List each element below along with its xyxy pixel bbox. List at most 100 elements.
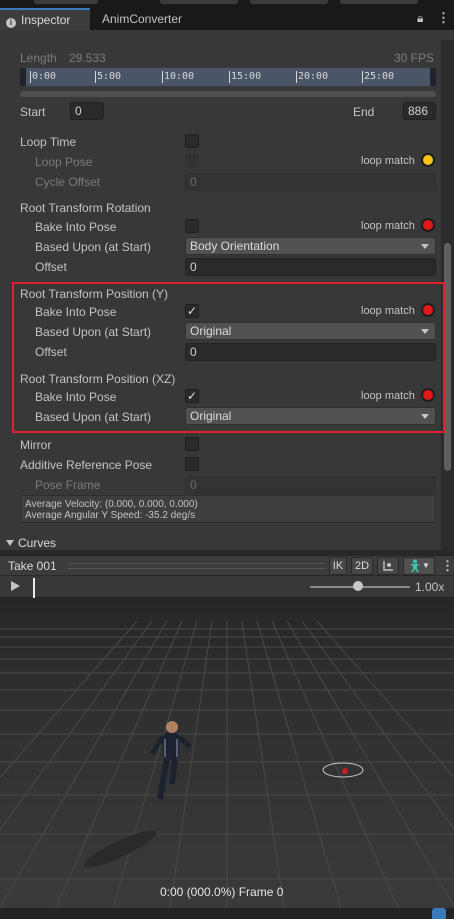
inspector-scroll-thumb[interactable]: [444, 243, 451, 471]
start-label: Start: [20, 105, 46, 119]
position-xz-bake-label: Bake Into Pose: [35, 390, 117, 404]
fps-value: 30 FPS: [394, 51, 435, 65]
curves-foldout[interactable]: Curves: [6, 536, 56, 550]
animation-preview-viewport[interactable]: 0:00 (000.0%) Frame 0: [0, 599, 454, 908]
average-velocity-text: Average Velocity: (0.000, 0.000, 0.000): [25, 499, 198, 510]
end-label: End: [353, 105, 375, 119]
end-field[interactable]: 886: [403, 102, 436, 120]
humanoid-avatar-icon: [410, 559, 421, 572]
length-label: Length: [20, 51, 57, 65]
tab-animconverter-label: AnimConverter: [102, 12, 183, 26]
pose-frame-field[interactable]: 0: [185, 476, 436, 494]
rotation-offset-field[interactable]: 0: [185, 258, 436, 276]
pose-frame-label: Pose Frame: [35, 478, 101, 492]
loop-time-label: Loop Time: [20, 135, 77, 149]
tab-inspector-label: Inspector: [21, 13, 71, 27]
start-field[interactable]: 0: [70, 102, 104, 120]
ruler-tick: 0:00: [30, 71, 57, 83]
position-y-offset-label: Offset: [35, 345, 67, 359]
position-xz-bake-checkbox[interactable]: ✓: [185, 389, 199, 403]
info-icon: i: [6, 18, 16, 28]
rotation-bake-checkbox[interactable]: [185, 219, 199, 233]
preview-grid-floor: [0, 599, 454, 908]
rotation-based-upon-dropdown[interactable]: Body Orientation: [185, 237, 436, 255]
lock-icon[interactable]: 🔒︎: [417, 11, 423, 26]
timeline-end-handle[interactable]: [430, 68, 436, 86]
rotation-bake-label: Bake Into Pose: [35, 220, 117, 234]
position-y-bake-checkbox[interactable]: ✓: [185, 304, 199, 318]
toolbar-button[interactable]: [160, 0, 238, 4]
root-position-y-header: Root Transform Position (Y): [20, 287, 169, 301]
position-y-based-upon-dropdown[interactable]: Original: [185, 322, 436, 340]
additive-reference-pose-checkbox[interactable]: [185, 457, 199, 471]
playback-speed-knob[interactable]: [353, 581, 363, 591]
rotation-based-upon-label: Based Upon (at Start): [35, 240, 152, 254]
chevron-down-icon: ▼: [422, 561, 430, 570]
loop-pose-checkbox[interactable]: [185, 154, 199, 168]
loop-match-red-icon: [421, 303, 435, 317]
velocity-info-box: Average Velocity: (0.000, 0.000, 0.000) …: [20, 495, 436, 523]
preview-drag-grip[interactable]: [68, 563, 325, 569]
loop-pose-label: Loop Pose: [35, 155, 93, 169]
tab-animconverter[interactable]: AnimConverter: [96, 8, 196, 30]
chevron-down-icon: [421, 414, 429, 419]
position-y-bake-label: Bake Into Pose: [35, 305, 117, 319]
ik-toggle-button[interactable]: IK: [329, 557, 347, 575]
toolbar-button[interactable]: [340, 0, 418, 4]
rotation-based-upon-value: Body Orientation: [190, 239, 280, 253]
tag-icon[interactable]: [432, 908, 446, 919]
loop-time-checkbox[interactable]: [185, 134, 199, 148]
avatar-dropdown-button[interactable]: ▼: [403, 557, 435, 575]
frame-info-text: 0:00 (000.0%) Frame 0: [160, 885, 284, 899]
loop-match-label: loop match: [361, 155, 415, 167]
status-bar: [0, 908, 454, 919]
ruler-tick: 10:00: [162, 71, 195, 83]
chevron-down-icon: [421, 329, 429, 334]
clip-timeline-ruler[interactable]: 0:00 5:00 10:00 15:00 20:00 25:00: [20, 68, 436, 86]
foldout-arrow-icon: [6, 540, 14, 546]
preview-clip-title: Take 001: [8, 559, 57, 573]
ruler-tick: 15:00: [229, 71, 262, 83]
mirror-checkbox[interactable]: [185, 437, 199, 451]
ruler-tick: 5:00: [95, 71, 122, 83]
preview-playbar: 1.00x: [0, 576, 454, 598]
preview-more-icon[interactable]: ⋮: [441, 558, 454, 574]
loop-match-label: loop match: [361, 305, 415, 317]
loop-match-red-icon: [421, 388, 435, 402]
clip-range-bar[interactable]: [20, 91, 436, 97]
timeline-start-handle[interactable]: [20, 68, 26, 86]
loop-match-red-icon: [421, 218, 435, 232]
preview-toolbar: Take 001 IK 2D ▼ ⋮: [0, 555, 454, 575]
loop-match-label: loop match: [361, 220, 415, 232]
ruler-tick: 20:00: [296, 71, 329, 83]
position-y-based-upon-label: Based Upon (at Start): [35, 325, 152, 339]
position-y-based-upon-value: Original: [190, 324, 232, 338]
playback-speed-value: 1.00x: [415, 580, 445, 594]
toolbar-button[interactable]: [34, 0, 98, 4]
pivot-icon: [383, 561, 393, 571]
cycle-offset-field[interactable]: 0: [185, 173, 436, 191]
cycle-offset-label: Cycle Offset: [35, 175, 101, 189]
toolbar-button[interactable]: [250, 0, 328, 4]
length-value: 29.533: [69, 51, 106, 65]
root-position-xz-header: Root Transform Position (XZ): [20, 372, 176, 386]
more-options-icon[interactable]: ⋮: [437, 10, 450, 26]
mirror-label: Mirror: [20, 438, 52, 452]
window-tab-bar: i Inspector AnimConverter 🔒︎ ⋮: [0, 0, 454, 30]
root-rotation-header: Root Transform Rotation: [20, 201, 151, 215]
position-y-offset-field[interactable]: 0: [185, 343, 436, 361]
average-angular-speed-text: Average Angular Y Speed: -35.2 deg/s: [25, 510, 196, 521]
2d-toggle-button[interactable]: 2D: [351, 557, 373, 575]
position-xz-based-upon-value: Original: [190, 409, 232, 423]
chevron-down-icon: [421, 244, 429, 249]
loop-match-yellow-icon: [421, 153, 435, 167]
pivot-toggle-button[interactable]: [377, 557, 399, 575]
position-xz-based-upon-dropdown[interactable]: Original: [185, 407, 436, 425]
position-xz-based-upon-label: Based Upon (at Start): [35, 410, 152, 424]
playhead-marker[interactable]: [33, 578, 35, 598]
tab-inspector[interactable]: i Inspector: [0, 8, 90, 30]
ruler-tick: 25:00: [362, 71, 395, 83]
loop-match-label: loop match: [361, 390, 415, 402]
additive-reference-pose-label: Additive Reference Pose: [20, 458, 153, 472]
play-icon[interactable]: [11, 581, 20, 591]
